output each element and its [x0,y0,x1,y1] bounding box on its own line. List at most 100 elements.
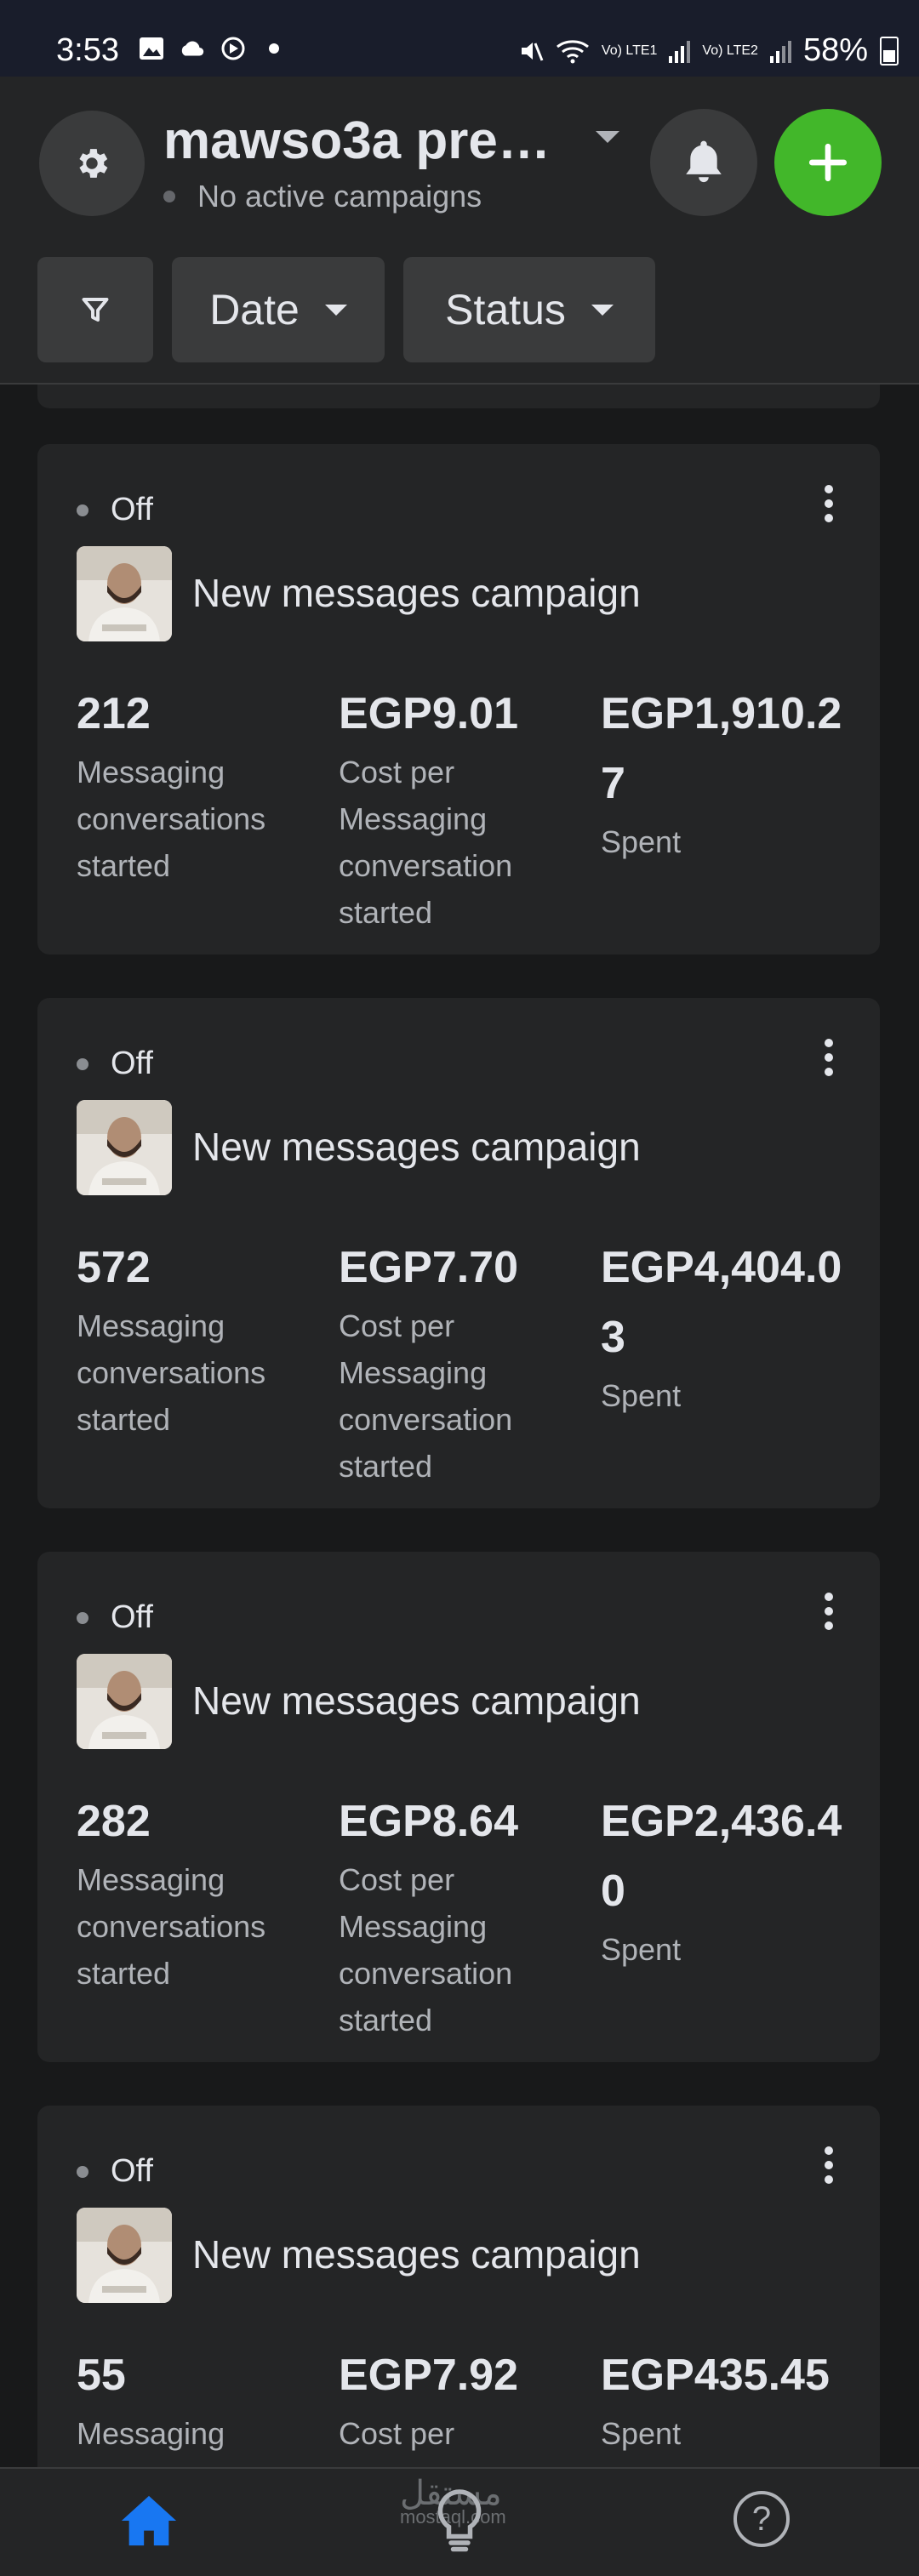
campaign-name[interactable]: New messages campaign [192,2231,641,2277]
settings-button[interactable] [39,111,145,216]
campaign-card[interactable]: Off New messages campaign 572 Messaging … [37,998,880,1508]
campaign-name[interactable]: New messages campaign [192,570,641,616]
cost-label: Cost per Messaging conversation started [339,2416,487,2467]
cost-value: EGP7.92 [339,2351,519,2400]
insights-tab[interactable] [434,2488,485,2560]
account-status-text: No active campaigns [197,179,482,214]
status-dot [77,504,88,516]
results-label: Messaging conversations started [77,1862,266,1991]
notification-icons [138,36,279,61]
filter-bar: Date Status [37,257,655,362]
results-value: 282 [77,1797,151,1846]
cost-metric: EGP8.64 Cost per Messaging conversation … [339,1787,585,2043]
more-icon-dot [825,514,833,522]
spent-label: Spent [601,1932,682,1967]
chevron-down-icon [324,304,347,316]
mute-icon [521,42,544,61]
home-tab[interactable] [119,2493,179,2553]
more-options-button[interactable] [824,2146,834,2184]
campaign-status-text: Off [111,2153,153,2189]
gear-icon [79,149,108,178]
cost-metric: EGP7.70 Cost per Messaging conversation … [339,1233,585,1490]
status-dot [163,191,175,202]
campaign-status: Off [77,2153,153,2190]
results-label: Messaging conversations started [77,2416,265,2467]
more-icon [825,485,833,493]
battery-icon [880,36,899,66]
campaign-name[interactable]: New messages campaign [192,1124,641,1170]
battery-percent: 58% [802,32,868,68]
more-icon-dot [825,1621,833,1630]
spent-metric: EGP1,910.27 Spent [601,679,856,865]
campaign-status-text: Off [111,492,153,527]
more-options-button[interactable] [824,1593,834,1630]
previous-card-edge [37,385,880,408]
campaign-status-text: Off [111,1599,153,1635]
volte1-label: Vo) LTE1 [601,43,658,58]
more-icon-dot [825,1607,833,1616]
spent-metric: EGP2,436.40 Spent [601,1787,856,1973]
campaign-status: Off [77,1046,153,1082]
more-icon-dot [825,1053,833,1062]
results-metric: 572 Messaging conversations started [77,1233,323,1443]
account-dropdown-icon[interactable] [596,131,619,143]
results-value: 55 [77,2351,126,2400]
campaign-thumbnail [77,2208,172,2303]
cloud-icon [181,41,204,56]
campaign-card[interactable]: Off New messages campaign 212 Messaging … [37,444,880,955]
more-options-button[interactable] [824,1039,834,1076]
campaign-list[interactable]: Off New messages campaign 212 Messaging … [0,385,919,2467]
spent-label: Spent [601,2416,682,2451]
more-icon-dot [825,1068,833,1076]
campaign-thumbnail [77,1654,172,1749]
chevron-down-icon [591,304,614,316]
notifications-button[interactable] [650,109,757,216]
results-metric: 55 Messaging conversations started [77,2340,323,2467]
account-name[interactable]: mawso3a pre… [163,111,551,171]
more-options-button[interactable] [824,485,834,522]
spent-metric: EGP4,404.03 Spent [601,1233,856,1419]
wifi-icon [556,39,589,63]
results-label: Messaging conversations started [77,1308,266,1437]
filter-button[interactable] [37,257,153,362]
results-metric: 282 Messaging conversations started [77,1787,323,1997]
campaign-thumbnail [77,1100,172,1195]
signal2-icon [769,39,791,63]
results-label: Messaging conversations started [77,755,266,883]
results-metric: 212 Messaging conversations started [77,679,323,889]
ad-creative-image [77,546,172,641]
campaign-status-text: Off [111,1046,153,1081]
results-value: 572 [77,1243,151,1292]
status-dot [77,1611,88,1624]
cost-label: Cost per Messaging conversation started [339,1862,513,2037]
create-campaign-button[interactable] [774,109,882,216]
more-icon-dot [825,2175,833,2184]
campaign-card[interactable]: Off New messages campaign 55 Messaging c… [37,2106,880,2467]
status-filter-dropdown[interactable]: Status [403,257,655,362]
home-icon [121,2495,177,2546]
campaign-name[interactable]: New messages campaign [192,1678,641,1724]
bottom-navigation: مستقل mostaql.com ? [0,2467,919,2576]
date-filter-dropdown[interactable]: Date [172,257,385,362]
spent-value: EGP1,910.27 [601,689,842,808]
more-icon [825,1039,833,1047]
cost-label: Cost per Messaging conversation started [339,755,513,930]
status-bar: 3:53 Vo) LTE1 Vo) LTE2 58% [0,0,919,77]
status-dot [77,1057,88,1070]
help-icon: ? [751,2499,772,2538]
cost-label: Cost per Messaging conversation started [339,1308,513,1484]
app-header: mawso3a pre… No active campaigns Date St… [0,77,919,385]
image-icon [140,37,163,60]
status-time: 3:53 [56,32,119,68]
cost-value: EGP7.70 [339,1243,519,1292]
cost-value: EGP9.01 [339,689,519,738]
campaign-status: Off [77,1599,153,1636]
cost-metric: EGP9.01 Cost per Messaging conversation … [339,679,585,936]
volte2-label: Vo) LTE2 [702,43,758,58]
system-icons: Vo) LTE1 Vo) LTE2 58% [518,32,899,69]
help-tab[interactable]: ? [733,2491,790,2547]
spent-label: Spent [601,1378,682,1413]
more-notifications-dot [269,43,279,54]
campaign-card[interactable]: Off New messages campaign 282 Messaging … [37,1552,880,2062]
status-filter-label: Status [445,286,566,333]
